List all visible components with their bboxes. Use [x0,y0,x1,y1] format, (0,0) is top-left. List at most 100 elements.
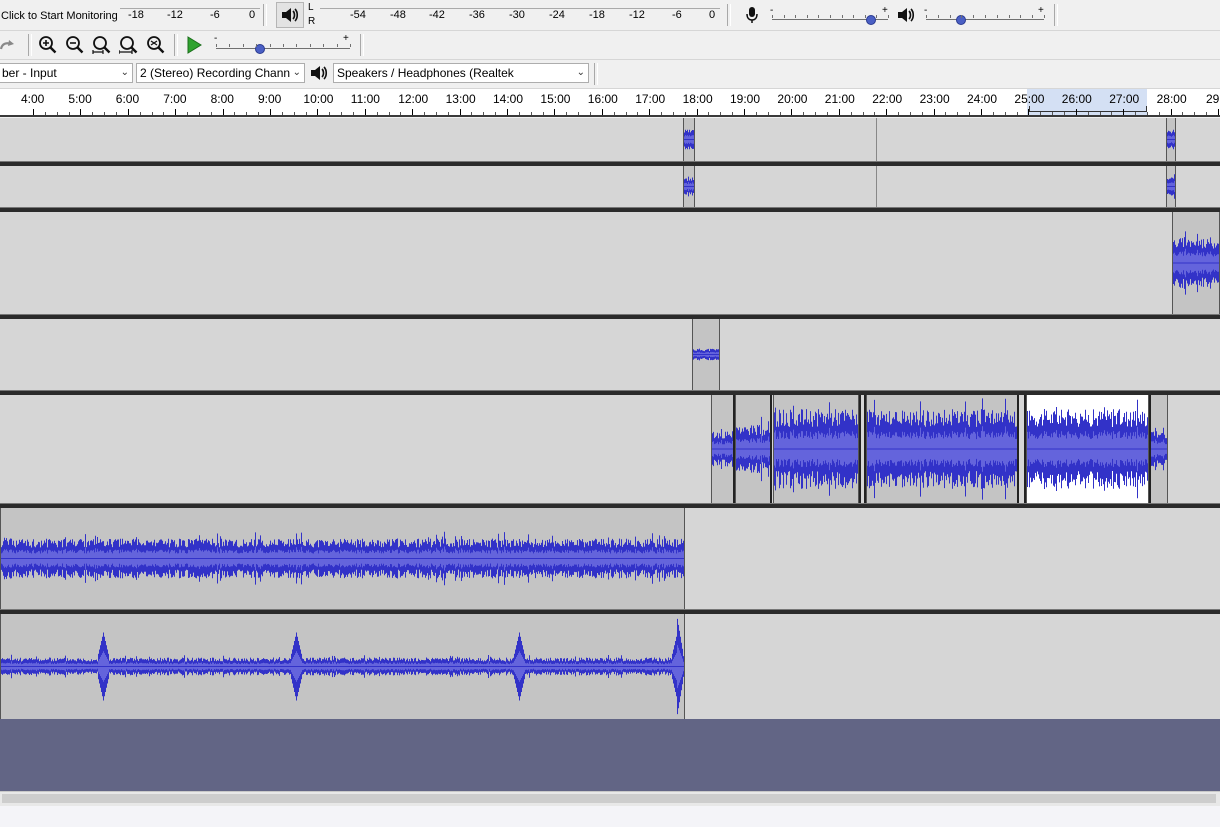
timeline-label: 9:00 [258,92,282,106]
toolbar-grip[interactable] [594,63,598,85]
timeline-major-tick [507,109,508,115]
clip-boundary[interactable] [1149,395,1151,503]
fit-selection-button[interactable] [90,33,114,57]
play-speed-slider[interactable] [216,48,350,49]
slider-tick [806,15,808,18]
scrollbar-thumb[interactable] [2,794,1216,803]
audio-clip[interactable] [692,319,720,390]
timeline-minor-tick [352,112,354,115]
timeline-minor-tick [684,112,686,115]
recording-volume-thumb[interactable] [865,15,876,25]
audio-track[interactable] [0,319,1220,390]
toolbar-grip[interactable] [263,4,267,26]
audio-track[interactable] [0,614,1220,719]
clip-boundary[interactable] [1017,395,1019,503]
audio-clip[interactable] [773,395,859,503]
audio-track[interactable] [0,212,1220,314]
waveform [1167,174,1175,199]
clip-boundary[interactable] [859,395,861,503]
audio-clip[interactable] [1166,166,1176,207]
horizontal-scrollbar[interactable] [0,791,1220,806]
slider-tick [1032,15,1034,18]
playback-volume-slider[interactable] [926,19,1044,20]
timeline-minor-tick [1158,112,1160,115]
audio-clip[interactable] [683,166,695,207]
timeline-minor-tick [1040,112,1042,115]
recording-channels-select[interactable]: 2 (Stereo) Recording Chann ⌄ [136,63,305,83]
audio-track[interactable] [0,508,1220,609]
fit-selection-icon [92,36,111,54]
toolbar-grip[interactable] [1054,4,1058,26]
clip-boundary[interactable] [864,395,866,503]
timeline-minor-tick [234,112,236,115]
play-at-speed-button[interactable] [182,33,206,57]
playback-volume-button[interactable] [894,3,918,27]
timeline-minor-tick [850,112,852,115]
recording-device-select[interactable]: ber - Input ⌄ [0,63,133,83]
record-meter-bar[interactable] [120,3,260,9]
audio-track[interactable] [0,395,1220,503]
timeline-minor-tick [187,112,189,115]
audio-clip[interactable] [1149,395,1168,503]
slider-tick [229,44,231,47]
slider-tick [242,44,244,47]
split-line[interactable] [876,118,877,161]
clip-boundary[interactable] [1024,395,1026,503]
audio-clip[interactable] [1172,212,1220,314]
clip-boundary[interactable] [770,395,772,503]
zoom-in-button[interactable] [36,33,60,57]
zoom-out-button[interactable] [63,33,87,57]
timeline-minor-tick [447,112,449,115]
audio-clip[interactable] [735,395,771,503]
slider-tick [1044,15,1045,18]
playback-meter-tick: -24 [549,9,565,21]
playback-device-select[interactable]: Speakers / Headphones (Realtek ⌄ [333,63,589,83]
toolbar-grip[interactable] [174,34,178,56]
record-meter-tick: -18 [128,9,144,21]
waveform [712,429,734,469]
slider-tick [853,15,855,18]
toolbar-grip[interactable] [28,34,32,56]
chevron-down-icon: ⌄ [120,67,129,78]
playback-meter-tick: -48 [390,9,406,21]
timeline-minor-tick [672,112,674,115]
timeline-ruler[interactable]: 4:00 5:00 6:00 7:00 8:00 9:00 10:00 11:00 12:00 1… [0,89,1220,117]
slider-tick [1020,15,1022,18]
audio-clip[interactable] [0,614,685,719]
zoom-toggle-button[interactable] [144,33,168,57]
audio-clip[interactable] [866,395,1018,503]
waveform [867,398,1017,500]
timeline-label: 16:00 [587,92,618,106]
record-meter-tick: -6 [210,9,220,21]
timeline-label: 20:00 [777,92,808,106]
audio-clip[interactable] [711,395,735,503]
audio-track[interactable] [0,118,1220,161]
slider-tick [830,15,831,18]
clip-boundary[interactable] [733,395,735,503]
fit-project-button[interactable] [117,33,141,57]
timeline-label: 26:00 [1061,92,1092,106]
redo-button[interactable] [0,33,20,57]
timeline-major-tick [886,109,888,115]
toolbar-grip[interactable] [727,4,731,26]
record-meter-prompt[interactable]: Click to Start Monitoring [1,10,118,22]
audio-clip[interactable] [0,508,685,609]
audio-clip[interactable] [1026,395,1149,503]
toolbar-grip[interactable] [360,34,364,56]
timeline-minor-tick [1146,112,1148,115]
audio-clip[interactable] [1166,118,1176,161]
timeline-minor-tick [874,112,876,115]
timeline-label: 24:00 [967,92,998,106]
slider-tick [937,15,939,18]
split-line[interactable] [876,166,877,207]
timeline-minor-tick [969,112,971,115]
timeline-minor-tick [1194,112,1196,115]
audio-clip[interactable] [683,118,695,161]
playback-meter-button[interactable] [276,2,304,28]
audio-track[interactable] [0,166,1220,207]
recording-volume-button[interactable] [740,3,764,27]
timeline-minor-tick [815,112,817,115]
track-area-background[interactable] [0,719,1220,791]
timeline-minor-tick [637,112,639,115]
timeline-label: 11:00 [350,92,380,106]
